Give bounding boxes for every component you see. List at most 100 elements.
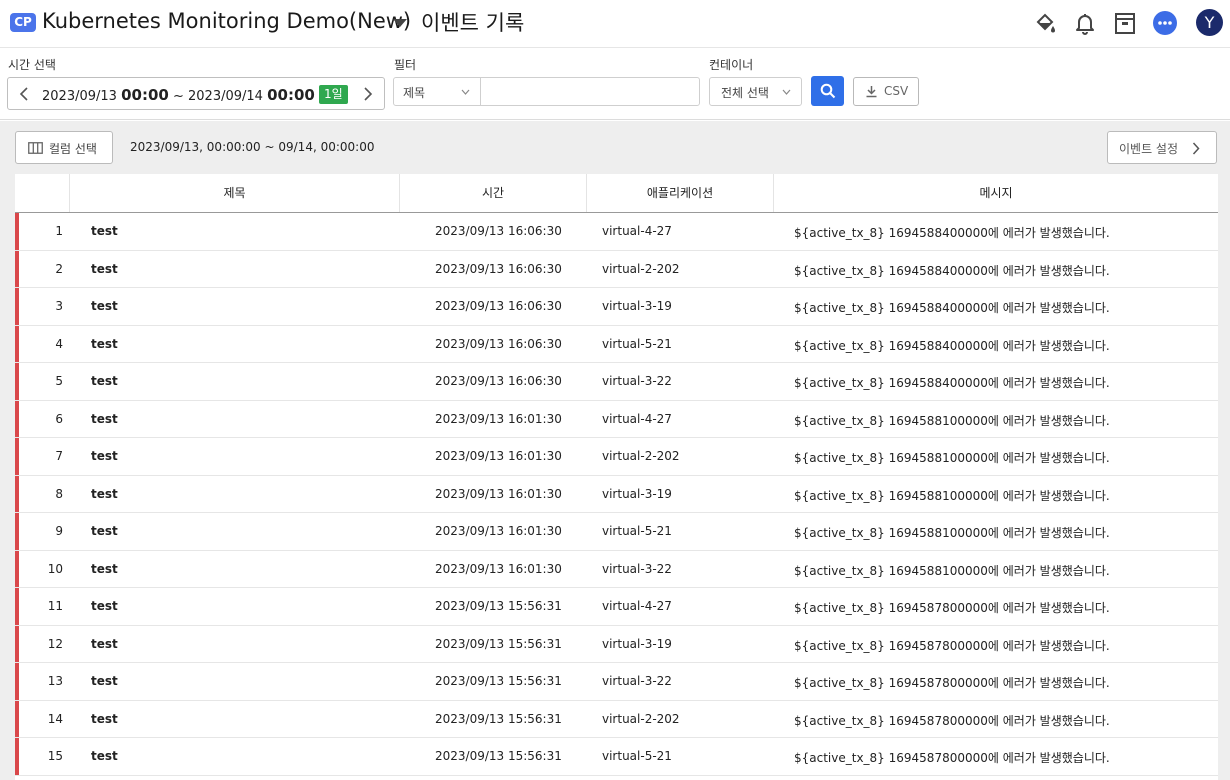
row-index: 9 [55,524,63,538]
previous-range-button[interactable] [10,78,38,109]
row-message: ${active_tx_8} 1694587800000에 에러가 발생했습니다… [794,676,1110,690]
row-index: 5 [55,374,63,388]
row-message: ${active_tx_8} 1694588400000에 에러가 발생했습니다… [794,376,1110,390]
avatar[interactable]: Y [1196,9,1223,36]
time-range-text[interactable]: 2023/09/13 00:00 ~ 2023/09/14 00:00 [42,86,315,104]
row-title: test [91,561,118,576]
archive-icon[interactable] [1111,9,1139,37]
table-row[interactable]: 3 test 2023/09/13 16:06:30 virtual-3-19 ${ac… [15,288,1218,326]
row-time: 2023/09/13 16:06:30 [435,299,562,313]
project-title[interactable]: Kubernetes Monitoring Demo(New) [42,9,411,33]
row-message: ${active_tx_8} 1694587800000에 에러가 발생했습니다… [794,601,1110,615]
search-button[interactable] [811,76,844,106]
table-row[interactable]: 9 test 2023/09/13 16:01:30 virtual-5-21 ${ac… [15,513,1218,551]
table-row[interactable]: 2 test 2023/09/13 16:06:30 virtual-2-202 ${a… [15,250,1218,288]
column-select-button[interactable]: 컬럼 선택 [15,131,113,164]
table-row[interactable]: 10 test 2023/09/13 16:01:30 virtual-3-22 ${a… [15,550,1218,588]
row-index: 1 [55,224,63,238]
row-application: virtual-4-27 [602,599,672,613]
download-icon [866,86,877,98]
row-time: 2023/09/13 16:01:30 [435,486,562,501]
table-row[interactable]: 5 test 2023/09/13 16:06:30 virtual-3-22 ${ac… [15,363,1218,401]
table-row[interactable]: 7 test 2023/09/13 16:01:30 virtual-2-202 ${a… [15,438,1218,476]
csv-label: CSV [884,84,909,98]
next-range-button[interactable] [354,78,382,109]
chat-icon[interactable] [1151,9,1179,37]
row-title: test [91,299,118,313]
end-date: 2023/09/14 [188,89,263,104]
row-index: 7 [55,449,63,463]
row-index: 13 [47,674,63,688]
table-row[interactable]: 11 test 2023/09/13 15:56:31 virtual-4-27 ${a… [15,588,1218,626]
row-time: 2023/09/13 15:56:31 [435,711,562,726]
filter-label: 필터 [394,58,417,72]
row-application: virtual-2-202 [602,711,680,726]
row-message: ${active_tx_8} 1694588400000에 에러가 발생했습니다… [794,263,1110,278]
header-title[interactable]: 제목 [70,174,400,212]
row-application: virtual-3-19 [602,486,672,501]
table-row[interactable]: 13 test 2023/09/13 15:56:31 virtual-3-22 ${a… [15,663,1218,701]
row-index: 10 [47,561,63,576]
table-row[interactable]: 1 test 2023/09/13 16:06:30 virtual-4-27 ${ac… [15,213,1218,251]
search-icon [820,83,835,99]
row-application: virtual-2-202 [602,449,680,463]
selected-range-text: 2023/09/13, 00:00:00 ~ 09/14, 00:00:00 [130,140,375,154]
row-message: ${active_tx_8} 1694588100000에 에러가 발생했습니다… [794,488,1110,503]
table-row[interactable]: 14 test 2023/09/13 15:56:31 virtual-2-202 ${… [15,700,1218,738]
table-row[interactable]: 12 test 2023/09/13 15:56:31 virtual-3-19 ${a… [15,625,1218,663]
row-title: test [91,411,118,426]
row-title: test [91,749,118,763]
row-application: virtual-5-21 [602,524,672,538]
project-badge: CP [10,13,36,32]
start-date: 2023/09/13 [42,89,117,104]
row-time: 2023/09/13 16:06:30 [435,224,562,238]
row-title: test [91,599,118,613]
events-table: 제목 시간 애플리케이션 메시지 1 test 2023/09/13 16:06:3… [15,174,1218,780]
range-separator: ~ [172,89,184,104]
row-title: test [91,486,118,501]
row-time: 2023/09/13 16:01:30 [435,524,562,538]
row-message: ${active_tx_8} 1694588400000에 에러가 발생했습니다… [794,301,1110,315]
chevron-right-icon [364,86,373,101]
row-time: 2023/09/13 15:56:31 [435,599,562,613]
container-label: 컨테이너 [709,58,754,72]
row-time: 2023/09/13 16:01:30 [435,561,562,576]
event-settings-label: 이벤트 설정 [1119,142,1179,156]
bell-icon[interactable] [1071,9,1099,37]
row-message: ${active_tx_8} 1694588100000에 에러가 발생했습니다… [794,563,1110,578]
header-time[interactable]: 시간 [400,174,587,212]
row-index: 14 [47,711,63,726]
content-area: 컬럼 선택 2023/09/13, 00:00:00 ~ 09/14, 00:0… [0,121,1230,780]
header-message[interactable]: 메시지 [774,174,1218,212]
row-message: ${active_tx_8} 1694587800000에 에러가 발생했습니다… [794,638,1110,653]
csv-download-button[interactable]: CSV [853,77,919,106]
time-range-picker[interactable]: 2023/09/13 00:00 ~ 2023/09/14 00:00 1일 [7,77,385,110]
table-header: 제목 시간 애플리케이션 메시지 [15,174,1218,213]
filter-input[interactable] [480,77,700,106]
filter-field-select[interactable]: 제목 [393,77,481,106]
event-settings-button[interactable]: 이벤트 설정 [1107,131,1217,164]
header-application[interactable]: 애플리케이션 [587,174,774,212]
row-index: 12 [47,636,63,651]
table-row[interactable]: 15 test 2023/09/13 15:56:31 virtual-5-21 ${a… [15,738,1218,776]
row-application: virtual-2-202 [602,261,680,276]
row-index: 15 [47,749,63,763]
paint-bucket-icon[interactable] [1031,9,1059,37]
table-row[interactable]: 4 test 2023/09/13 16:06:30 virtual-5-21 ${ac… [15,325,1218,363]
row-title: test [91,336,118,351]
row-application: virtual-5-21 [602,749,672,763]
table-row[interactable]: 8 test 2023/09/13 16:01:30 virtual-3-19 ${ac… [15,475,1218,513]
row-title: test [91,261,118,276]
container-select[interactable]: 전체 선택 [709,77,802,106]
row-application: virtual-3-19 [602,299,672,313]
project-dropdown-icon[interactable] [393,19,407,27]
row-title: test [91,711,118,726]
table-row[interactable]: 6 test 2023/09/13 16:01:30 virtual-4-27 ${ac… [15,400,1218,438]
filter-field-value: 제목 [403,86,426,100]
end-time: 00:00 [267,86,315,104]
row-title: test [91,524,118,538]
row-index: 4 [55,336,63,351]
row-index: 11 [47,599,63,613]
duration-badge: 1일 [319,85,348,104]
row-application: virtual-4-27 [602,411,672,426]
